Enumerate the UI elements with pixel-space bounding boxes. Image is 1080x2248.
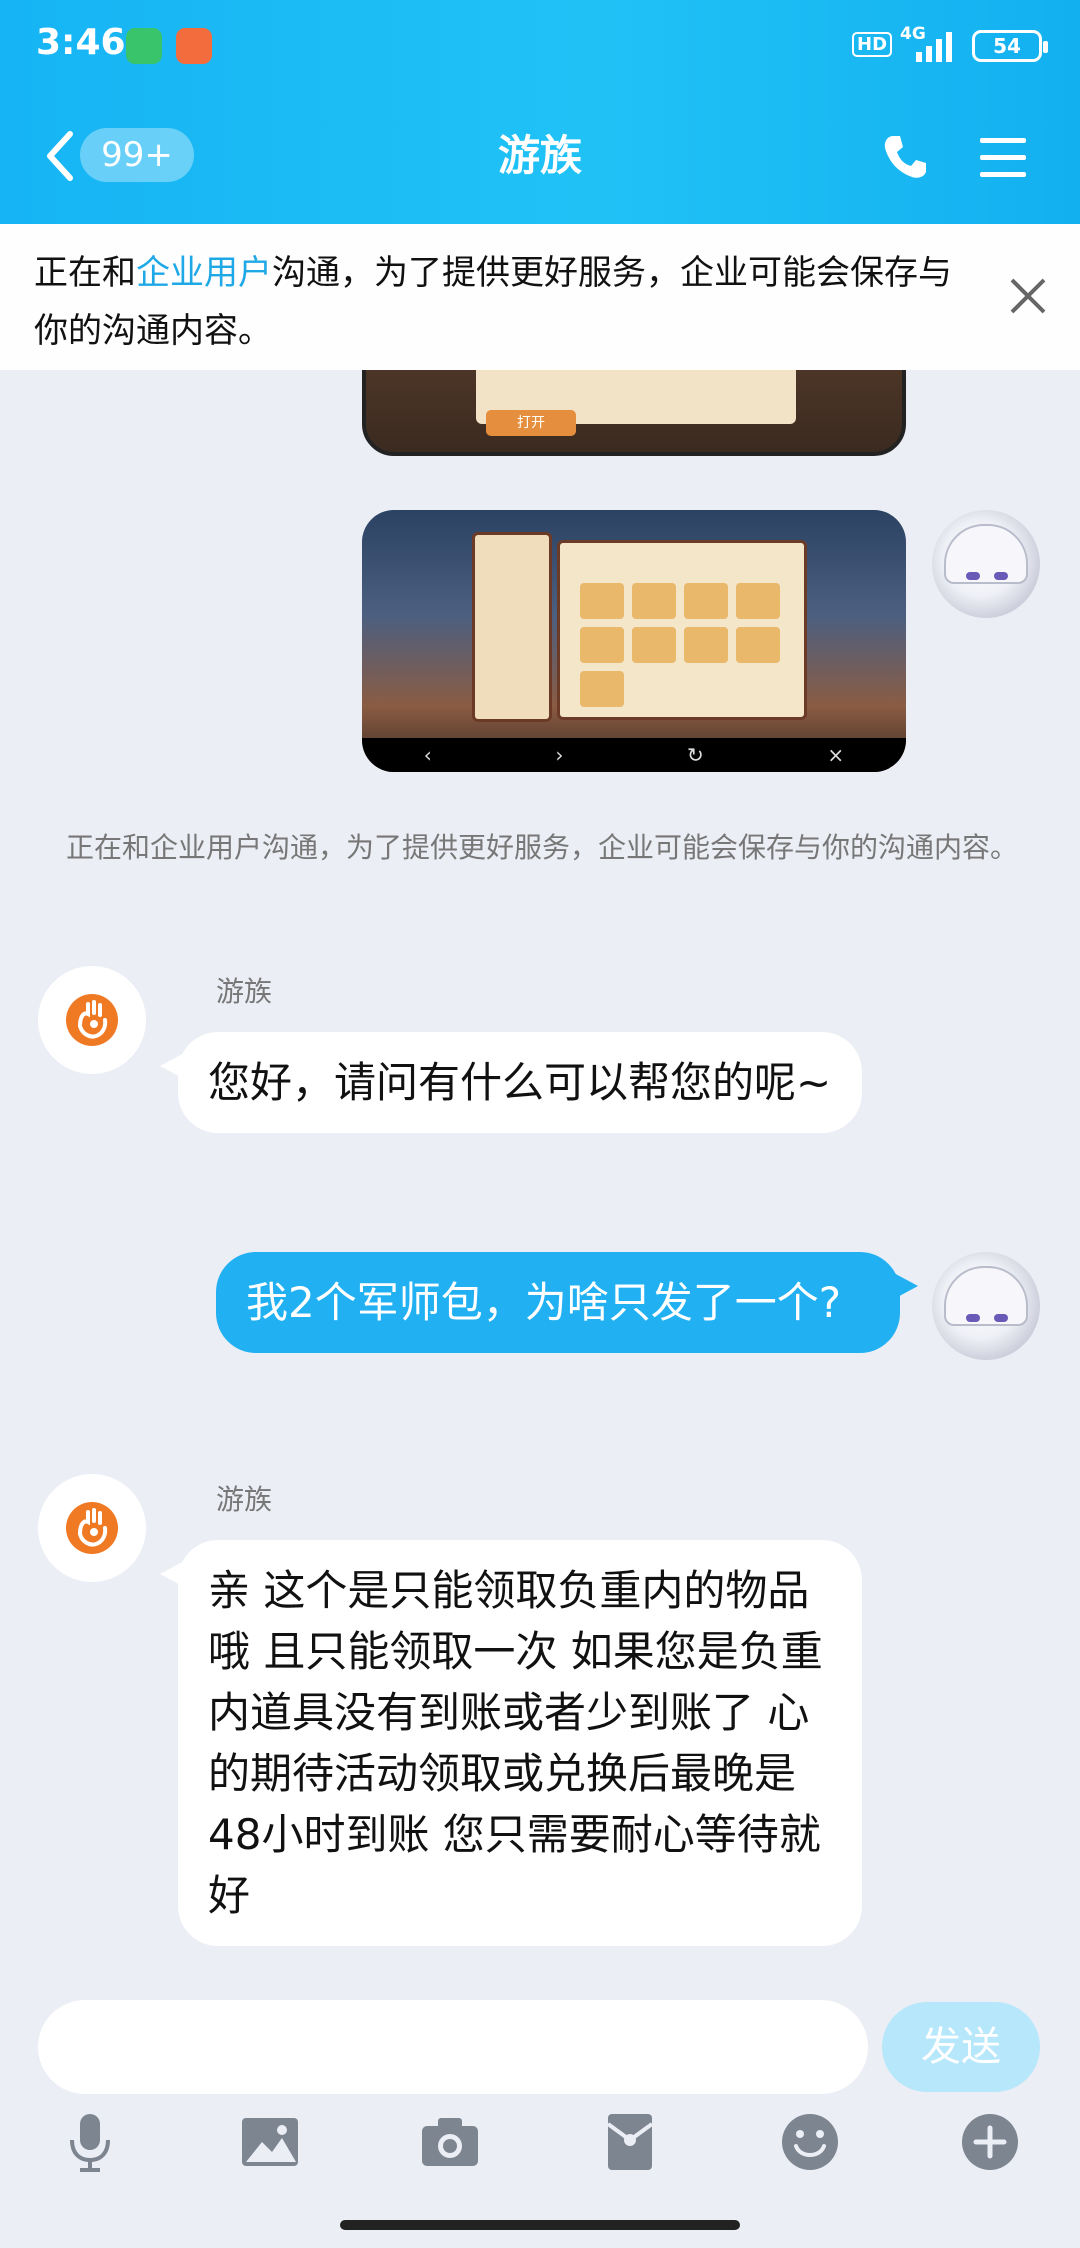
battery-indicator: 54 bbox=[972, 30, 1048, 62]
input-bar: 发送 bbox=[0, 1990, 1080, 2248]
message-bubble-incoming[interactable]: 您好，请问有什么可以帮您的呢~ bbox=[160, 1032, 862, 1133]
enterprise-notice-banner: 正在和企业用户沟通，为了提供更好服务，企业可能会保存与你的沟通内容。 bbox=[0, 224, 1080, 370]
red-packet-icon[interactable] bbox=[598, 2110, 662, 2174]
image-icon[interactable] bbox=[238, 2110, 302, 2174]
notice-text: 正在和企业用户沟通，为了提供更好服务，企业可能会保存与你的沟通内容。 bbox=[34, 244, 984, 360]
close-icon: × bbox=[827, 743, 845, 767]
my-avatar[interactable] bbox=[932, 1252, 1040, 1360]
notice-prefix: 正在和 bbox=[34, 253, 136, 293]
bot-avatar[interactable] bbox=[38, 966, 146, 1074]
image-message-screenshot-2[interactable]: ‹ › ↻ × bbox=[362, 510, 906, 772]
emoji-icon[interactable] bbox=[778, 2110, 842, 2174]
app-notification-icon bbox=[126, 28, 162, 64]
close-icon[interactable] bbox=[1004, 272, 1052, 320]
camera-icon[interactable] bbox=[418, 2110, 482, 2174]
chat-header: 3:46 HD 4G 54 99+ 游族 bbox=[0, 0, 1080, 224]
my-avatar[interactable] bbox=[932, 510, 1040, 618]
hd-badge: HD bbox=[852, 32, 893, 57]
screenshot-open-button: 打开 bbox=[486, 410, 576, 436]
game-reward-board-image bbox=[557, 540, 807, 720]
bot-avatar[interactable] bbox=[38, 1474, 146, 1582]
plus-icon[interactable] bbox=[958, 2110, 1022, 2174]
shop-notification-icon bbox=[176, 28, 212, 64]
youzu-logo-icon bbox=[66, 1502, 118, 1554]
system-notice: 正在和企业用户沟通，为了提供更好服务，企业可能会保存与你的沟通内容。 bbox=[66, 831, 1019, 864]
message-list[interactable]: 打开 ‹ › ↻ × 正在和企业用户沟通，为了提供更好服务，企业可能会保存与你的… bbox=[0, 370, 1080, 1990]
status-time: 3:46 bbox=[36, 22, 126, 63]
screenshot-nav-bar: ‹ › ↻ × bbox=[362, 738, 906, 772]
menu-icon[interactable] bbox=[978, 134, 1028, 180]
microphone-icon[interactable] bbox=[58, 2110, 122, 2174]
message-bubble-outgoing[interactable]: 我2个军师包，为啥只发了一个? bbox=[216, 1252, 918, 1353]
chevron-right-icon: › bbox=[555, 743, 564, 767]
send-button[interactable]: 发送 bbox=[882, 2002, 1040, 2092]
game-scroll-image bbox=[472, 532, 552, 722]
message-input[interactable] bbox=[38, 2000, 868, 2094]
phone-icon[interactable] bbox=[880, 132, 930, 182]
enterprise-user-link[interactable]: 企业用户 bbox=[136, 253, 272, 293]
home-indicator[interactable] bbox=[340, 2220, 740, 2230]
refresh-icon: ↻ bbox=[687, 743, 704, 767]
message-bubble-incoming[interactable]: 亲 这个是只能领取负重内的物品哦 且只能领取一次 如果您是负重内道具没有到账或者… bbox=[160, 1540, 862, 1946]
message-sender: 游族 bbox=[216, 1483, 273, 1516]
signal-icon bbox=[916, 32, 952, 62]
message-sender: 游族 bbox=[216, 975, 273, 1008]
image-message-screenshot-1[interactable]: 打开 bbox=[362, 370, 906, 456]
youzu-logo-icon bbox=[66, 994, 118, 1046]
chevron-left-icon: ‹ bbox=[423, 743, 432, 767]
status-bar: 3:46 HD 4G 54 bbox=[0, 0, 1080, 96]
